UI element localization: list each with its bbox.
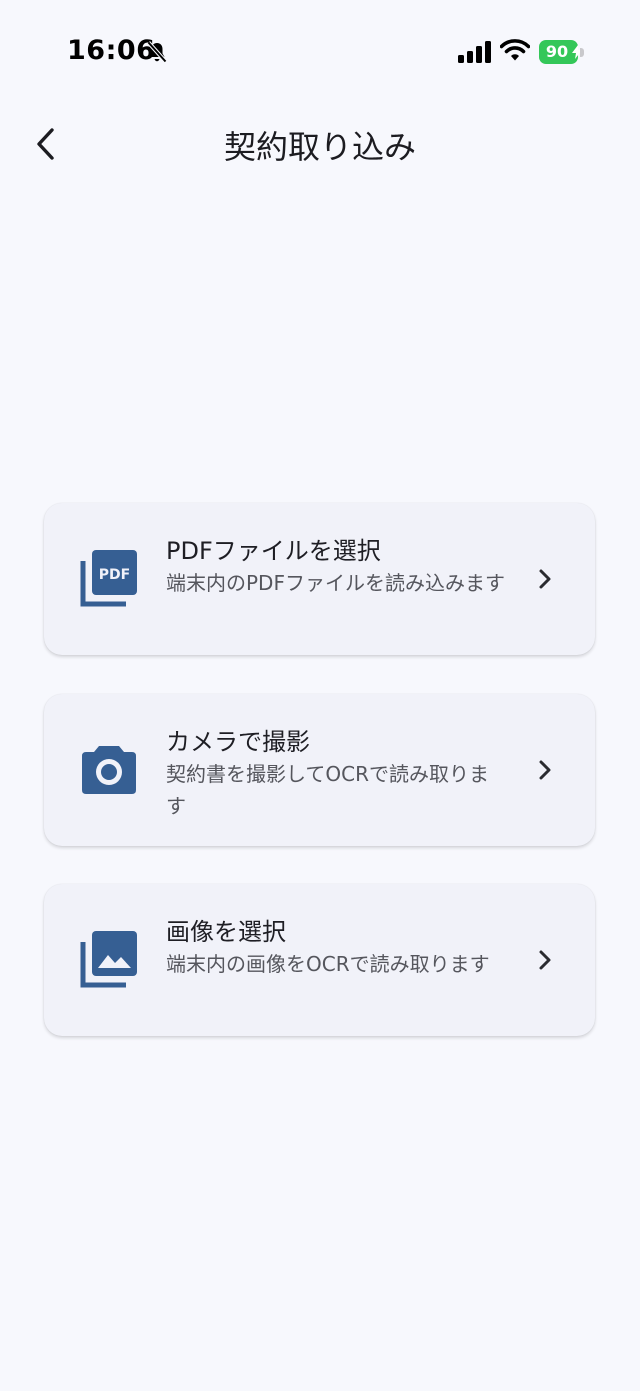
battery-level: 90 bbox=[545, 42, 569, 61]
navigation-bar: 契約取り込み bbox=[0, 104, 640, 184]
chevron-right-icon bbox=[539, 569, 551, 589]
option-description: 端末内の画像をOCRで読み取ります bbox=[166, 952, 490, 976]
status-bar: 16:06 90 bbox=[0, 0, 640, 104]
status-time: 16:06 bbox=[67, 35, 156, 66]
option-title: PDFファイルを選択 bbox=[166, 537, 381, 565]
chevron-right-icon bbox=[539, 760, 551, 780]
option-title: 画像を選択 bbox=[166, 918, 286, 946]
camera-icon bbox=[82, 746, 136, 794]
page-title: 契約取り込み bbox=[223, 128, 416, 166]
battery-indicator: 90 bbox=[539, 40, 585, 64]
image-library-icon bbox=[80, 931, 137, 988]
select-image-card[interactable]: 画像を選択 端末内の画像をOCRで読み取ります bbox=[44, 884, 595, 1036]
battery-cap bbox=[580, 48, 584, 57]
camera-capture-card[interactable]: カメラで撮影 契約書を撮影してOCRで読み取ります bbox=[44, 694, 595, 846]
bell-muted-icon bbox=[147, 41, 167, 63]
cellular-signal-icon bbox=[458, 41, 491, 63]
option-description: 契約書を撮影してOCRで読み取ります bbox=[166, 762, 490, 818]
chevron-right-icon bbox=[539, 950, 551, 970]
pdf-file-icon: PDF bbox=[80, 550, 137, 607]
select-pdf-card[interactable]: PDF PDFファイルを選択 端末内のPDFファイルを読み込みます bbox=[44, 503, 595, 655]
option-description: 端末内のPDFファイルを読み込みます bbox=[166, 571, 505, 595]
svg-text:PDF: PDF bbox=[99, 567, 130, 583]
option-title: カメラで撮影 bbox=[166, 728, 310, 756]
wifi-icon bbox=[500, 39, 530, 61]
